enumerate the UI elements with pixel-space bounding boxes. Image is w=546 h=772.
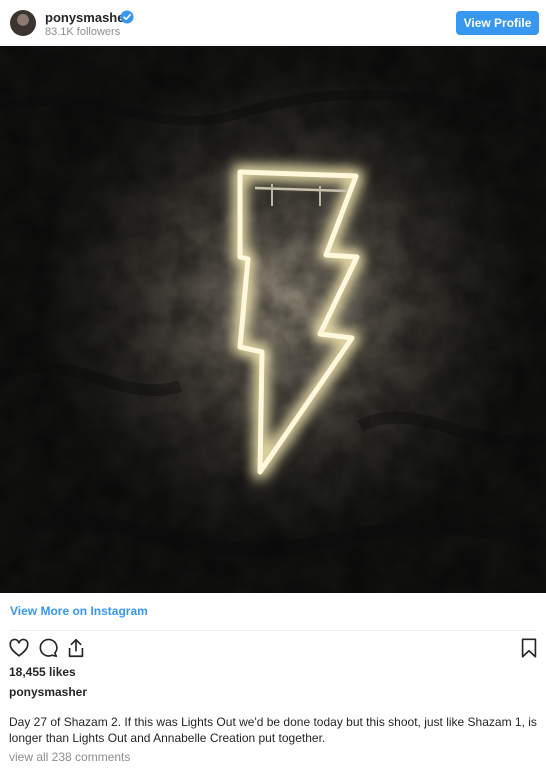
share-icon[interactable] (65, 637, 87, 659)
verified-badge-icon (120, 10, 134, 24)
view-comments-link[interactable]: view all 238 comments (9, 750, 130, 764)
post-header: ponysmasher 83.1K followers View Profile (0, 0, 546, 46)
heart-icon[interactable] (8, 637, 30, 659)
divider (10, 630, 536, 631)
comment-icon[interactable] (37, 637, 59, 659)
username[interactable]: ponysmasher (45, 10, 130, 25)
avatar[interactable] (10, 10, 36, 36)
instagram-embed: ponysmasher 83.1K followers View Profile (0, 0, 546, 772)
post-image[interactable] (0, 46, 546, 593)
view-more-link[interactable]: View More on Instagram (10, 604, 148, 618)
follower-count: 83.1K followers (45, 26, 121, 38)
post-caption: Day 27 of Shazam 2. If this was Lights O… (9, 715, 537, 745)
like-count[interactable]: 18,455 likes (9, 665, 76, 679)
view-profile-button[interactable]: View Profile (456, 11, 539, 35)
post-author[interactable]: ponysmasher (9, 685, 87, 699)
bookmark-icon[interactable] (518, 637, 540, 659)
